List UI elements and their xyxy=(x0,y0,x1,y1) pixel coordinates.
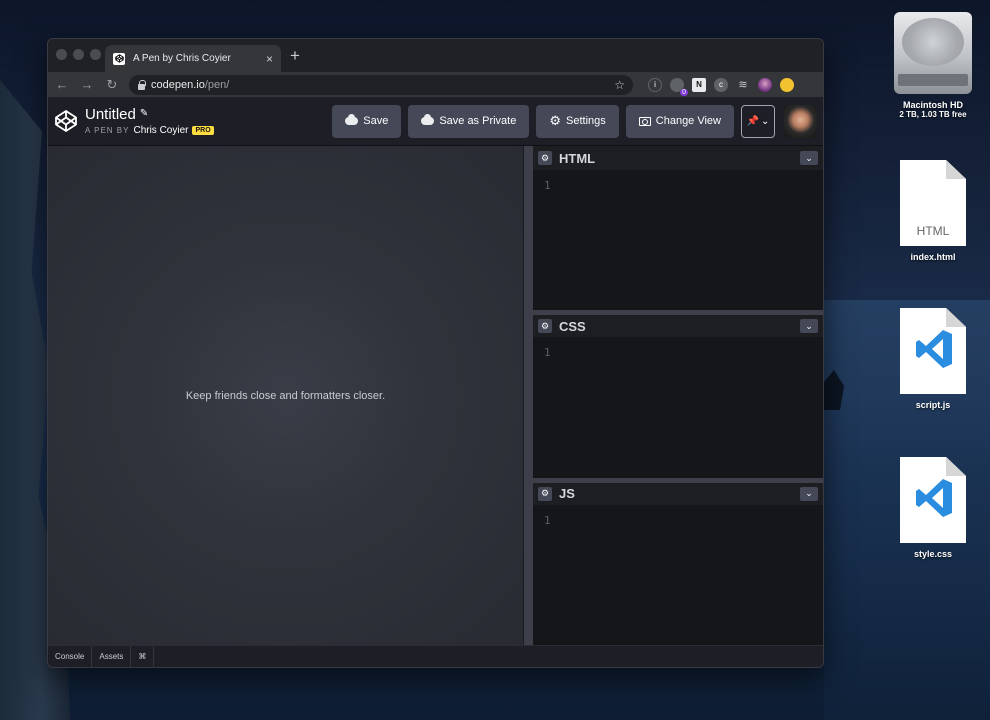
back-icon[interactable]: ← xyxy=(54,77,70,92)
view-icon xyxy=(638,116,651,126)
bookmark-star-icon[interactable]: ☆ xyxy=(614,78,625,92)
chevron-down-icon: ⌄ xyxy=(761,115,770,127)
tab-strip: A Pen by Chris Coyier × + xyxy=(48,39,823,72)
chevron-down-icon[interactable]: ⌄ xyxy=(800,486,818,501)
pencil-edit-icon[interactable]: ✎ xyxy=(140,109,148,119)
line-number: 1 xyxy=(544,346,551,360)
settings-button[interactable]: ⚙ Settings xyxy=(536,104,619,138)
assets-button[interactable]: Assets xyxy=(92,646,132,667)
new-tab-icon[interactable]: + xyxy=(290,46,300,66)
browser-toolbar: ← → ↻ codepen.io/pen/ ☆ i 0 N c ≋ xyxy=(48,72,823,97)
css-editor: ⚙ CSS ⌄ 1 xyxy=(533,313,823,481)
preview-message: Keep friends close and formatters closer… xyxy=(185,389,386,402)
console-button[interactable]: Console xyxy=(48,646,93,667)
address-bar[interactable]: codepen.io/pen/ ☆ xyxy=(129,74,633,95)
line-number: 1 xyxy=(544,179,551,192)
desktop-icon-index-html[interactable]: HTML index.html xyxy=(883,160,983,262)
editor-settings-gear-icon[interactable]: ⚙ xyxy=(538,319,552,334)
vscode-file-icon xyxy=(900,457,966,543)
desktop-icon-label: style.css xyxy=(913,549,953,559)
buffer-extension-icon[interactable]: ≋ xyxy=(736,78,750,92)
close-tab-icon[interactable]: × xyxy=(266,52,273,66)
desktop-icon-hdd[interactable]: Macintosh HD 2 TB, 1.03 TB free xyxy=(883,12,983,119)
tab-title: A Pen by Chris Coyier xyxy=(133,53,231,64)
chevron-down-icon[interactable]: ⌄ xyxy=(800,319,818,334)
code-area[interactable]: 1 xyxy=(533,170,823,311)
save-button[interactable]: Save xyxy=(332,104,402,138)
pin-icon: 📌 xyxy=(746,115,760,127)
code-area[interactable]: 1 xyxy=(533,337,823,478)
c-extension-icon[interactable]: c xyxy=(714,77,728,92)
browser-tab[interactable]: A Pen by Chris Coyier × xyxy=(105,45,281,72)
preview-pane[interactable]: Keep friends close and formatters closer… xyxy=(48,146,523,645)
minimize-window-button[interactable] xyxy=(73,49,84,60)
reload-icon[interactable]: ↻ xyxy=(104,77,120,93)
desktop-icon-sublabel: 2 TB, 1.03 TB free xyxy=(899,110,967,119)
codepen-header: Untitled ✎ A PEN BY Chris Coyier PRO Sav… xyxy=(48,97,823,146)
url-text: codepen.io/pen/ xyxy=(151,78,230,91)
js-editor: ⚙ JS ⌄ 1 xyxy=(533,480,823,645)
window-controls xyxy=(56,49,101,60)
codepen-logo-icon[interactable] xyxy=(54,109,78,133)
desktop-icon-script-js[interactable]: script.js xyxy=(883,308,983,410)
info-icon[interactable]: i xyxy=(648,77,662,92)
user-avatar[interactable] xyxy=(784,104,817,138)
change-view-button[interactable]: Change View xyxy=(625,104,734,138)
codepen-footer: Console Assets ⌘ xyxy=(48,645,823,667)
vscode-file-icon xyxy=(900,308,966,394)
editor-layout: Keep friends close and formatters closer… xyxy=(48,146,823,645)
pin-dropdown-button[interactable]: 📌 ⌄ xyxy=(741,104,775,138)
pro-badge: PRO xyxy=(192,126,214,135)
editor-settings-gear-icon[interactable]: ⚙ xyxy=(538,151,552,165)
cloud-icon xyxy=(421,114,435,125)
author-link[interactable]: Chris Coyier xyxy=(133,125,188,136)
pen-byline: A PEN BY Chris Coyier PRO xyxy=(85,125,325,136)
html-file-icon: HTML xyxy=(900,160,966,246)
desktop-icon-label: index.html xyxy=(910,252,956,262)
codepen-favicon-icon xyxy=(113,52,125,65)
code-area[interactable]: 1 xyxy=(533,504,823,645)
forward-icon[interactable]: → xyxy=(79,77,95,92)
html-editor: ⚙ HTML ⌄ 1 xyxy=(533,146,823,314)
desktop-icon-style-css[interactable]: style.css xyxy=(883,457,983,559)
coin-extension-icon[interactable] xyxy=(780,77,794,92)
editor-title: CSS xyxy=(559,318,586,334)
editors-column: ⚙ HTML ⌄ 1 ⚙ CSS ⌄ 1 ⚙ JS ⌄ 1 xyxy=(533,146,823,645)
save-as-private-button[interactable]: Save as Private xyxy=(408,104,530,138)
pen-title[interactable]: Untitled xyxy=(85,107,136,122)
profile-avatar-icon[interactable] xyxy=(758,77,772,92)
lock-icon xyxy=(137,79,146,90)
hard-drive-icon xyxy=(894,12,972,94)
desktop-icon-label: Macintosh HD xyxy=(902,100,963,110)
cloud-icon xyxy=(345,114,359,125)
editor-settings-gear-icon[interactable]: ⚙ xyxy=(538,486,552,501)
ghostery-extension-icon[interactable]: 0 xyxy=(670,77,688,96)
maximize-window-button[interactable] xyxy=(90,49,101,60)
editor-header: ⚙ HTML ⌄ xyxy=(533,146,823,170)
notion-extension-icon[interactable]: N xyxy=(692,77,706,92)
pane-resizer[interactable] xyxy=(523,146,533,645)
pen-title-block: Untitled ✎ A PEN BY Chris Coyier PRO xyxy=(85,107,325,136)
desktop-icon-label: script.js xyxy=(915,400,951,410)
editor-title: HTML xyxy=(559,150,596,166)
chevron-down-icon[interactable]: ⌄ xyxy=(800,151,818,165)
close-window-button[interactable] xyxy=(56,49,67,60)
keyboard-shortcuts-button[interactable]: ⌘ xyxy=(131,646,155,667)
editor-title: JS xyxy=(559,486,575,502)
editor-header: ⚙ CSS ⌄ xyxy=(533,313,823,338)
extension-icons: i 0 N c ≋ xyxy=(648,77,794,96)
browser-window: A Pen by Chris Coyier × + ← → ↻ codepen.… xyxy=(47,38,824,668)
line-number: 1 xyxy=(544,513,551,527)
editor-header: ⚙ JS ⌄ xyxy=(533,480,823,505)
gear-icon: ⚙ xyxy=(549,113,562,128)
